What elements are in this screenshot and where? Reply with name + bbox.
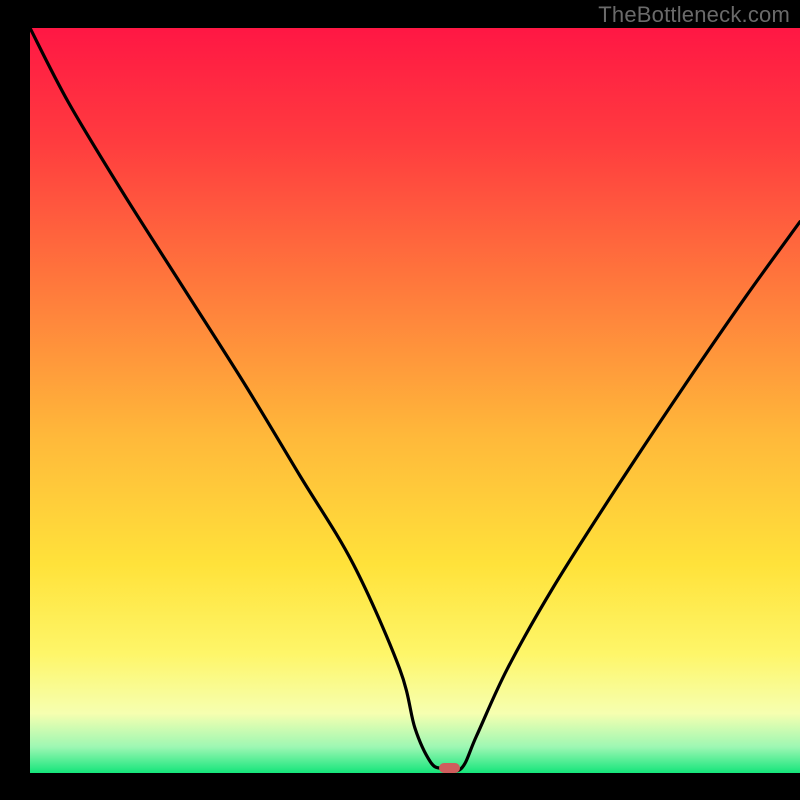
gradient-background <box>30 28 800 773</box>
chart-frame: TheBottleneck.com <box>0 0 800 800</box>
chart-svg <box>30 28 800 773</box>
watermark-label: TheBottleneck.com <box>598 2 790 28</box>
optimal-point-marker <box>439 763 461 773</box>
plot-area <box>30 28 800 773</box>
